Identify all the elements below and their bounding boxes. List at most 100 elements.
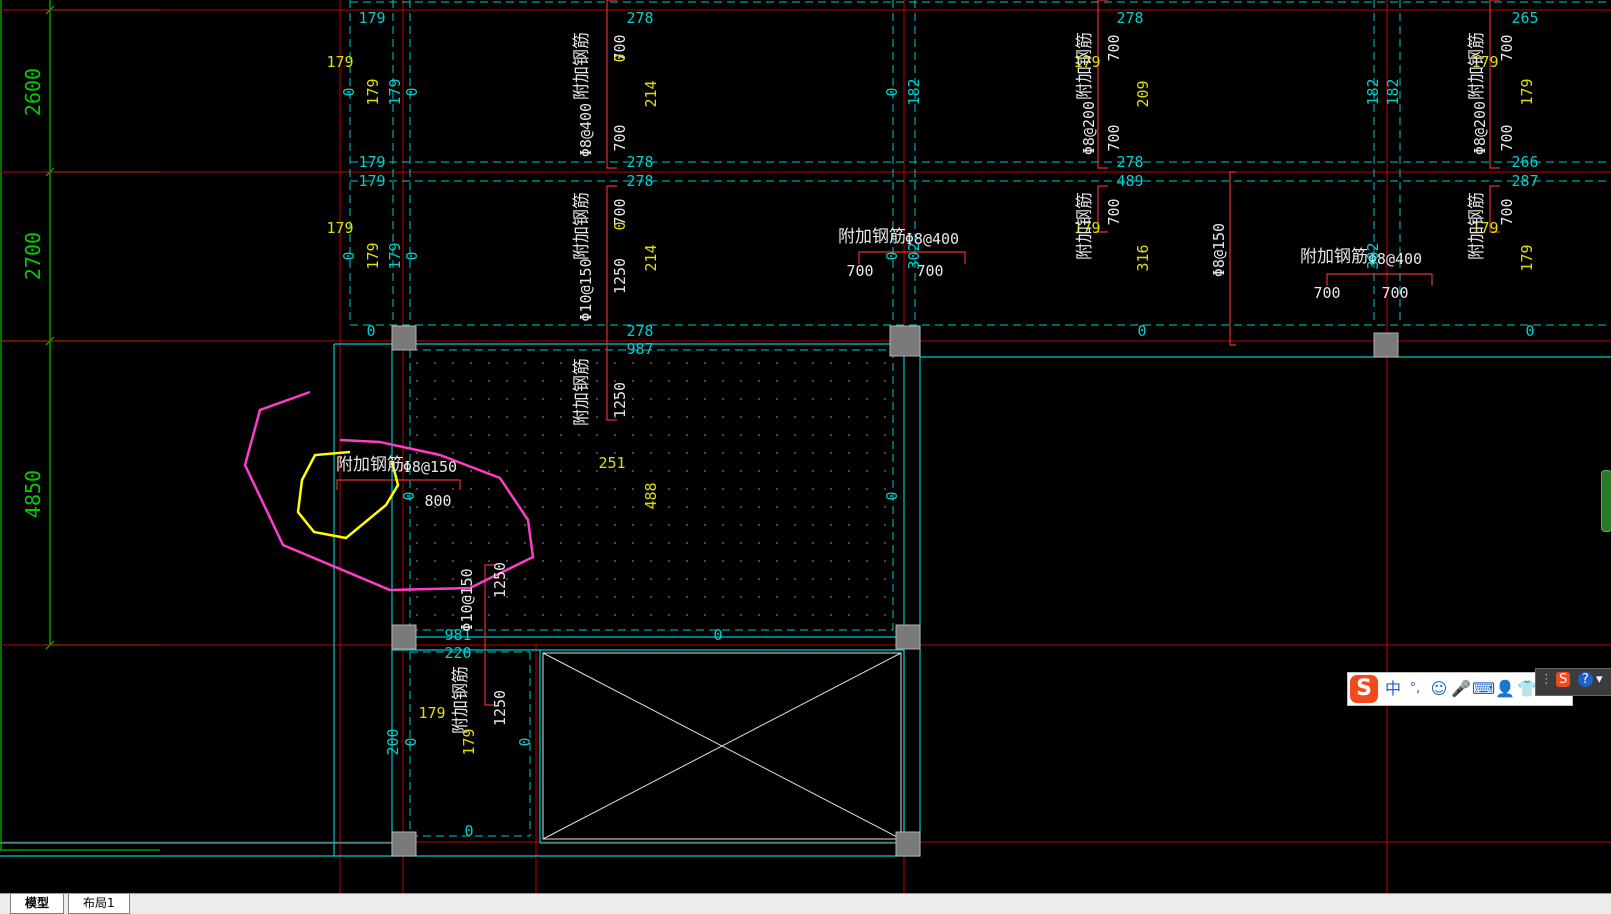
dimension-text-vertical: 214: [642, 244, 660, 271]
dimension-text-vertical: 0: [611, 53, 629, 62]
dimension-text: 179: [358, 9, 385, 27]
keyboard-icon[interactable]: ⌨: [1472, 677, 1495, 701]
dimension-text: 987: [626, 340, 653, 358]
extra-rebar-label: 附加钢筋: [1075, 32, 1095, 100]
column: [895, 831, 921, 857]
dimension-text-vertical: 182: [1384, 78, 1402, 105]
scroll-handle[interactable]: [1601, 470, 1611, 532]
drawing-canvas[interactable]: 260027004850 179 278 278 265179 179 1791…: [0, 0, 1611, 893]
tab-model[interactable]: 模型: [10, 894, 65, 914]
dimension-text: 278: [626, 172, 653, 190]
dimension-text-vertical: 179: [364, 78, 382, 105]
left-dimension-value: 2700: [21, 232, 45, 280]
sogou-mini-logo[interactable]: S: [1556, 672, 1571, 687]
dimension-text-vertical: 200: [384, 728, 402, 755]
dimension-text: 251: [598, 454, 625, 472]
dimension-text-vertical: 214: [642, 80, 660, 107]
dimension-text-vertical: 0: [883, 491, 901, 500]
dimension-text: 287: [1511, 172, 1538, 190]
dimension-text: 179: [418, 704, 445, 722]
dimension-text-vertical: 1250: [611, 258, 629, 294]
dimension-text-vertical: 488: [642, 482, 660, 509]
column: [391, 831, 417, 857]
dimension-text: 700: [846, 262, 873, 280]
column: [895, 624, 921, 650]
dimension-text: 220: [444, 644, 471, 662]
layout-tab-bar: 模型 布局1: [0, 893, 1611, 914]
dimension-text-vertical: 0: [400, 491, 418, 500]
ime-mini-toolbar[interactable]: ⋮⋮ S ? ▾: [1535, 668, 1611, 696]
dimension-text-vertical: 182: [1364, 78, 1382, 105]
dimension-text-vertical: Φ8@200: [1080, 101, 1098, 155]
column: [391, 624, 417, 650]
extra-rebar-label: 附加钢筋: [1467, 32, 1487, 100]
dimension-text-vertical: 0: [402, 737, 420, 746]
user-icon[interactable]: 👤: [1494, 677, 1516, 701]
dimension-text-vertical: 0: [611, 221, 629, 230]
dimension-text-vertical: 0: [403, 87, 421, 96]
dimension-text-vertical: 700: [1105, 34, 1123, 61]
dimension-text-vertical: 179: [364, 242, 382, 269]
dimension-text-vertical: 700: [1498, 198, 1516, 225]
dimension-text-vertical: 302: [905, 242, 923, 269]
sogou-logo[interactable]: S: [1350, 675, 1378, 703]
dimension-text-vertical: 1250: [611, 382, 629, 418]
dimension-text: 0: [713, 626, 722, 644]
dimension-text: 800: [424, 492, 451, 510]
dimension-text: 179: [326, 219, 353, 237]
dimension-text-vertical: 179: [386, 78, 404, 105]
chevron-down-icon[interactable]: ▾: [1596, 672, 1603, 687]
extra-rebar-label: 附加钢筋: [838, 227, 906, 247]
dimension-text: 278: [1116, 153, 1143, 171]
dimension-text: 266: [1511, 153, 1538, 171]
dimension-text-vertical: 182: [905, 78, 923, 105]
dimension-text-vertical: 700: [611, 124, 629, 151]
extra-rebar-label: 附加钢筋: [451, 666, 471, 734]
smile-icon[interactable]: ☺: [1428, 677, 1450, 701]
column: [1373, 332, 1399, 358]
extra-rebar-label: 附加钢筋: [572, 358, 592, 426]
dimension-text: 278: [626, 9, 653, 27]
dimension-text-vertical: 179: [1518, 78, 1536, 105]
dimension-text-vertical: Φ10@150: [577, 258, 595, 321]
dimension-text: 278: [1116, 9, 1143, 27]
help-icon[interactable]: ?: [1578, 672, 1593, 687]
dimension-text: Φ8@150: [403, 458, 457, 476]
dimension-text-vertical: 0: [403, 251, 421, 260]
left-dimension-value: 4850: [21, 470, 45, 518]
dimension-text-vertical: 0: [883, 87, 901, 96]
dimension-text: 700: [1313, 284, 1340, 302]
extra-rebar-label: 附加钢筋: [572, 32, 592, 100]
ime-mode-button[interactable]: 中: [1382, 677, 1404, 701]
dimension-text-vertical: 179: [1518, 244, 1536, 271]
dimension-text-vertical: 1250: [491, 562, 509, 598]
dimension-text: 278: [626, 153, 653, 171]
column: [391, 325, 417, 351]
dimension-text-vertical: 0: [340, 87, 358, 96]
dimension-text-vertical: 700: [1498, 34, 1516, 61]
dimension-text-vertical: 1250: [491, 690, 509, 726]
left-dimension-texts: 2600 2700 4850: [21, 68, 45, 518]
dimension-text: 700: [1381, 284, 1408, 302]
extra-rebar-label: 附加钢筋: [572, 192, 592, 260]
dimension-text: 265: [1511, 9, 1538, 27]
dimension-text-vertical: 179: [386, 242, 404, 269]
extra-rebar-label: 附加钢筋: [1467, 192, 1487, 260]
dimension-text-vertical: 316: [1134, 244, 1152, 271]
dimension-text-vertical: Φ8@150: [1210, 223, 1228, 277]
tab-layout1[interactable]: 布局1: [68, 894, 130, 914]
ime-punct-button[interactable]: °,: [1404, 677, 1426, 701]
dimension-text: 0: [464, 822, 473, 840]
dimension-text: 278: [626, 322, 653, 340]
microphone-icon[interactable]: 🎤: [1450, 677, 1472, 701]
opening-cross: [542, 652, 902, 840]
dimension-text-vertical: Φ10@150: [458, 568, 476, 631]
dimension-text-vertical: 0: [883, 251, 901, 260]
dimension-text-vertical: 0: [516, 737, 534, 746]
dimension-text: 179: [358, 172, 385, 190]
dimension-text: 489: [1116, 172, 1143, 190]
dimension-text-vertical: 700: [1498, 124, 1516, 151]
dimension-text: 179: [358, 153, 385, 171]
dimension-text-vertical: 700: [1105, 198, 1123, 225]
extra-rebar-label: 附加钢筋: [336, 455, 404, 475]
